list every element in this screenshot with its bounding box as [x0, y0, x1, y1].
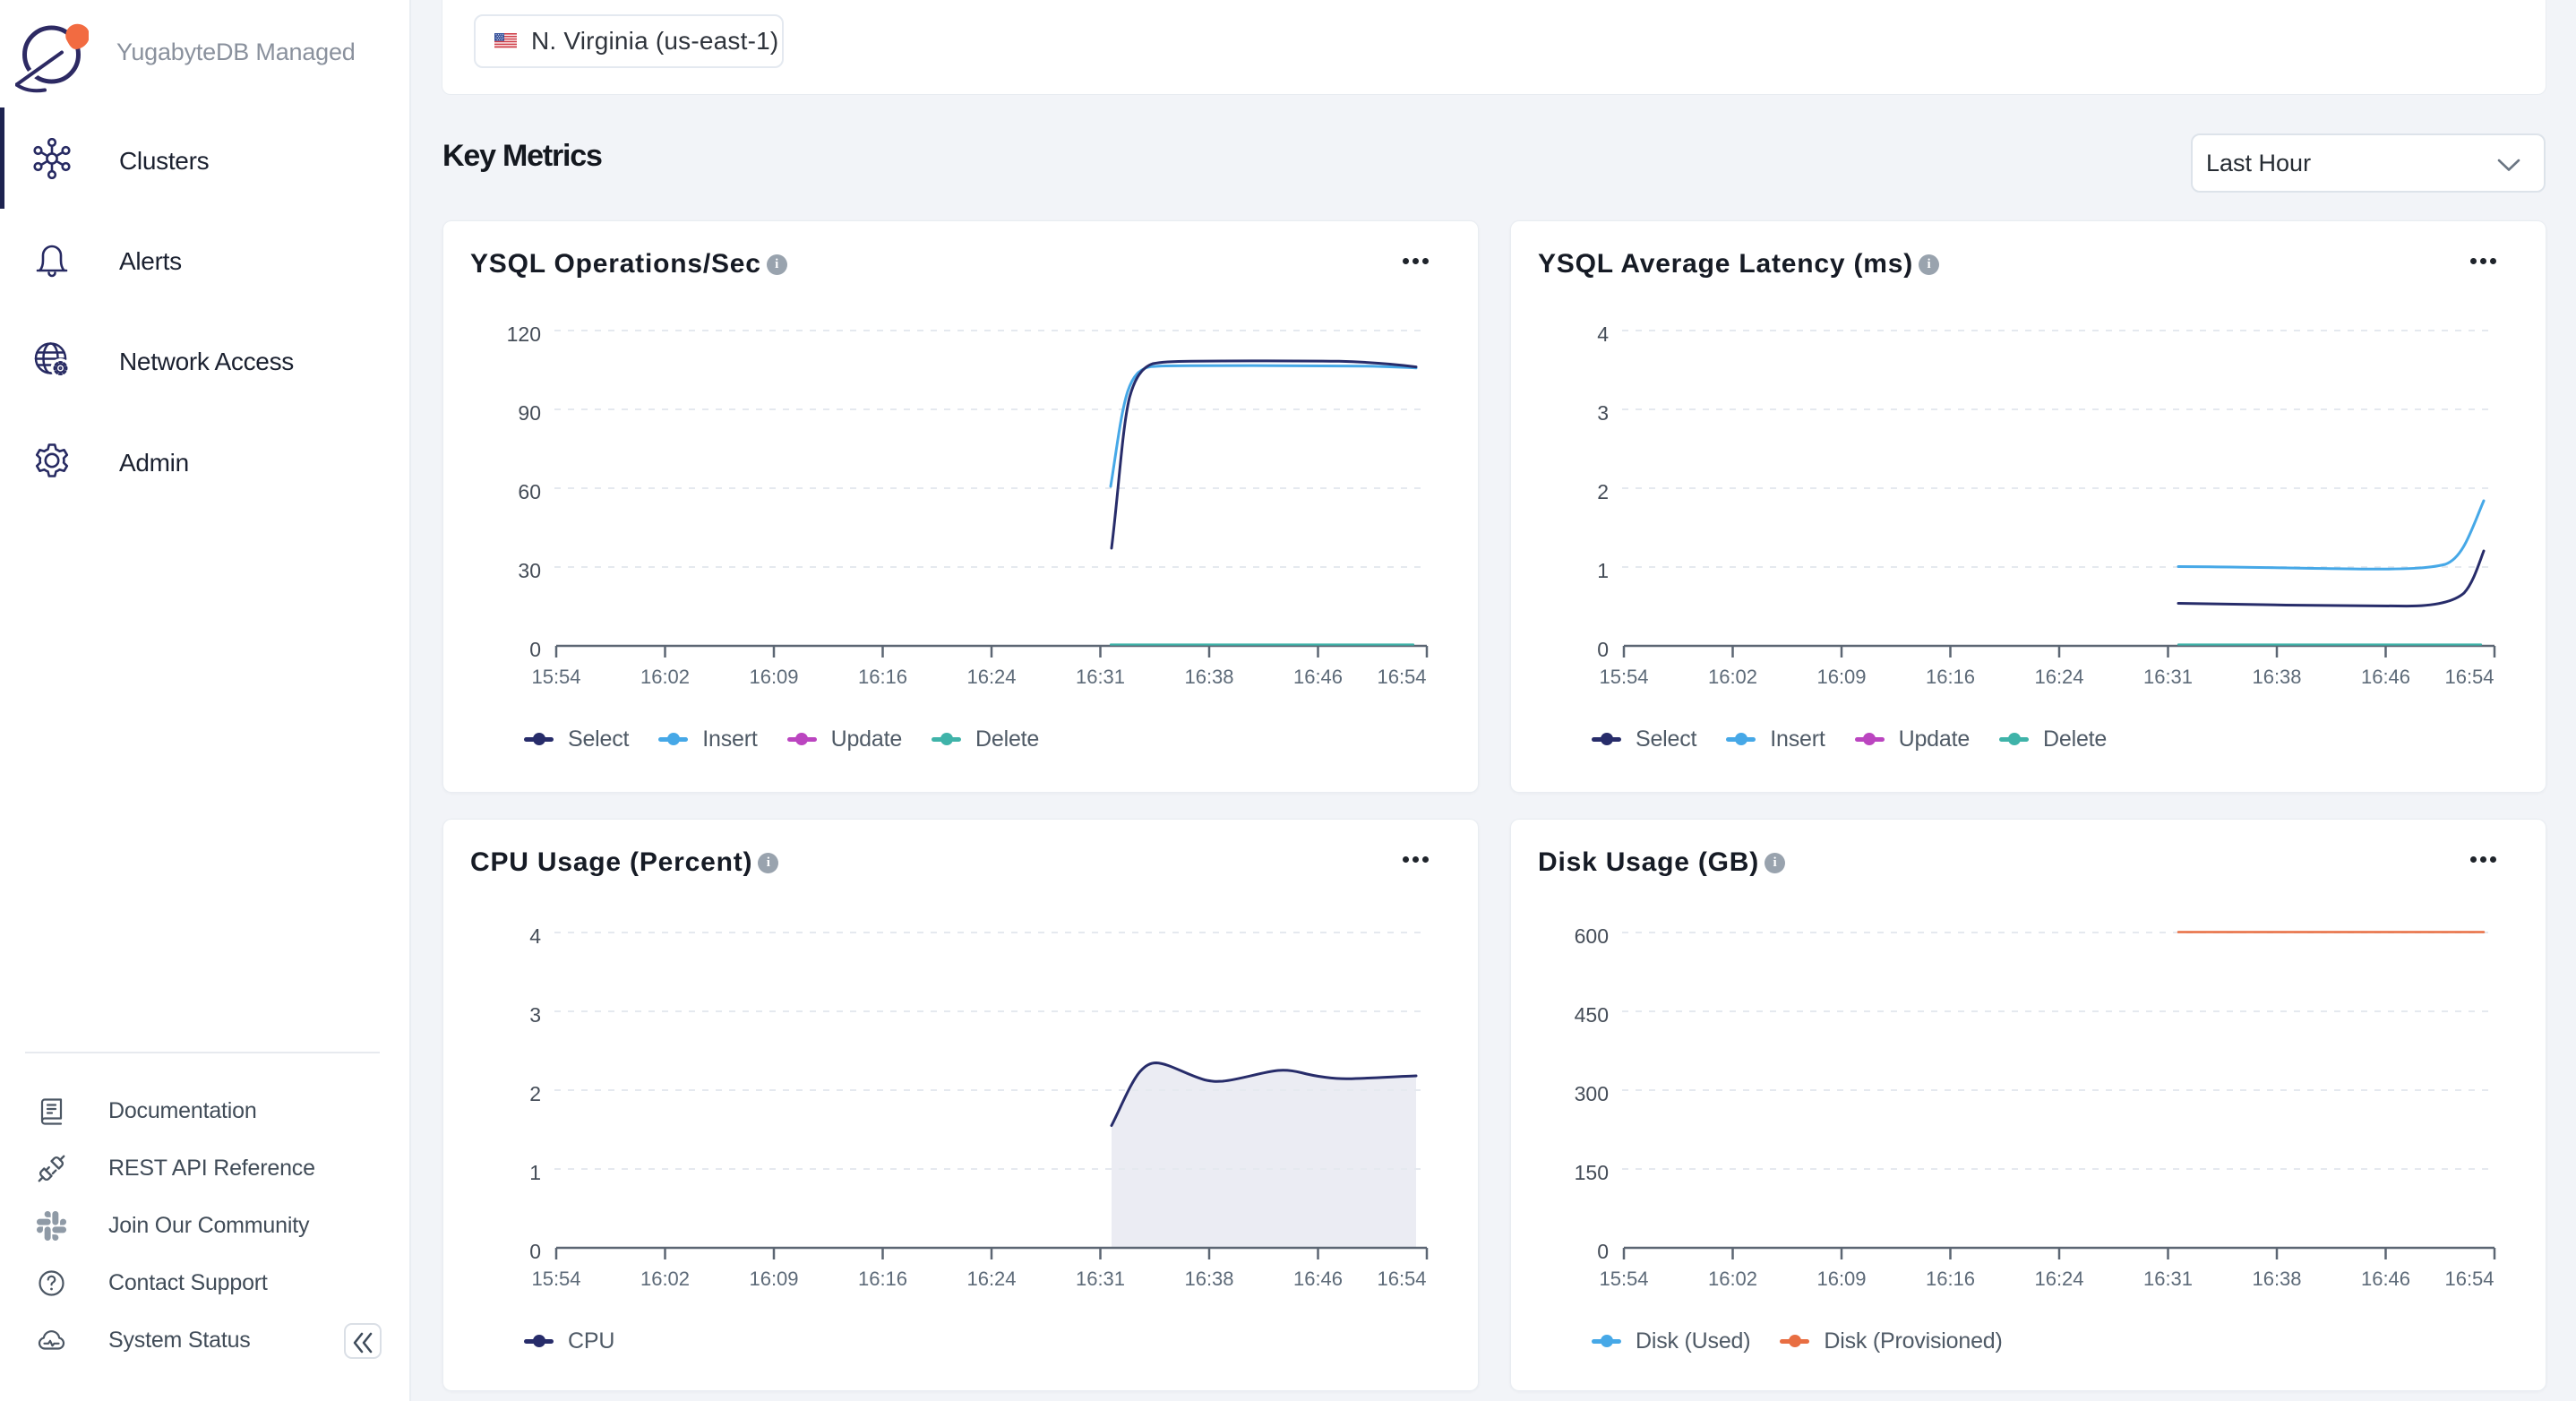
svg-text:16:09: 16:09	[749, 1268, 798, 1290]
svg-text:16:02: 16:02	[1708, 1268, 1757, 1290]
svg-text:0: 0	[529, 1240, 541, 1263]
svg-text:300: 300	[1575, 1082, 1609, 1105]
svg-text:2: 2	[529, 1082, 541, 1105]
svg-text:15:54: 15:54	[1599, 1268, 1648, 1290]
svg-text:0: 0	[1597, 1240, 1609, 1263]
svg-text:16:46: 16:46	[1293, 666, 1343, 688]
svg-text:16:31: 16:31	[2143, 666, 2193, 688]
svg-text:16:46: 16:46	[2361, 1268, 2410, 1290]
svg-text:16:24: 16:24	[2034, 666, 2083, 688]
svg-text:16:02: 16:02	[640, 1268, 690, 1290]
svg-text:16:38: 16:38	[2252, 666, 2301, 688]
svg-text:16:09: 16:09	[1816, 1268, 1866, 1290]
svg-text:16:16: 16:16	[858, 666, 907, 688]
svg-text:16:02: 16:02	[640, 666, 690, 688]
svg-text:16:31: 16:31	[1076, 1268, 1125, 1290]
svg-text:1: 1	[1597, 559, 1609, 582]
svg-text:16:54: 16:54	[2444, 666, 2494, 688]
svg-text:16:31: 16:31	[2143, 1268, 2193, 1290]
svg-text:16:38: 16:38	[1184, 1268, 1233, 1290]
svg-text:0: 0	[529, 638, 541, 661]
svg-text:16:16: 16:16	[1926, 666, 1975, 688]
svg-text:450: 450	[1575, 1003, 1609, 1027]
svg-text:1: 1	[529, 1161, 541, 1184]
svg-text:150: 150	[1575, 1161, 1609, 1184]
svg-text:16:02: 16:02	[1708, 666, 1757, 688]
svg-text:16:16: 16:16	[858, 1268, 907, 1290]
svg-text:60: 60	[518, 480, 541, 503]
svg-text:120: 120	[507, 322, 541, 346]
svg-text:600: 600	[1575, 924, 1609, 948]
svg-text:4: 4	[529, 924, 541, 948]
svg-text:16:24: 16:24	[966, 1268, 1016, 1290]
svg-text:16:46: 16:46	[1293, 1268, 1343, 1290]
svg-text:30: 30	[518, 559, 541, 582]
svg-text:4: 4	[1597, 322, 1609, 346]
svg-text:16:24: 16:24	[2034, 1268, 2083, 1290]
svg-text:15:54: 15:54	[1599, 666, 1648, 688]
svg-text:15:54: 15:54	[531, 666, 580, 688]
svg-text:16:54: 16:54	[1377, 666, 1426, 688]
svg-text:16:38: 16:38	[1184, 666, 1233, 688]
svg-text:15:54: 15:54	[531, 1268, 580, 1290]
svg-text:16:09: 16:09	[1816, 666, 1866, 688]
svg-text:16:54: 16:54	[2444, 1268, 2494, 1290]
svg-text:16:46: 16:46	[2361, 666, 2410, 688]
svg-text:90: 90	[518, 401, 541, 425]
svg-text:16:09: 16:09	[749, 666, 798, 688]
svg-text:16:31: 16:31	[1076, 666, 1125, 688]
svg-text:3: 3	[529, 1003, 541, 1027]
svg-text:16:16: 16:16	[1926, 1268, 1975, 1290]
svg-text:3: 3	[1597, 401, 1609, 425]
svg-text:16:38: 16:38	[2252, 1268, 2301, 1290]
svg-text:16:24: 16:24	[966, 666, 1016, 688]
svg-text:0: 0	[1597, 638, 1609, 661]
svg-text:16:54: 16:54	[1377, 1268, 1426, 1290]
svg-text:2: 2	[1597, 480, 1609, 503]
